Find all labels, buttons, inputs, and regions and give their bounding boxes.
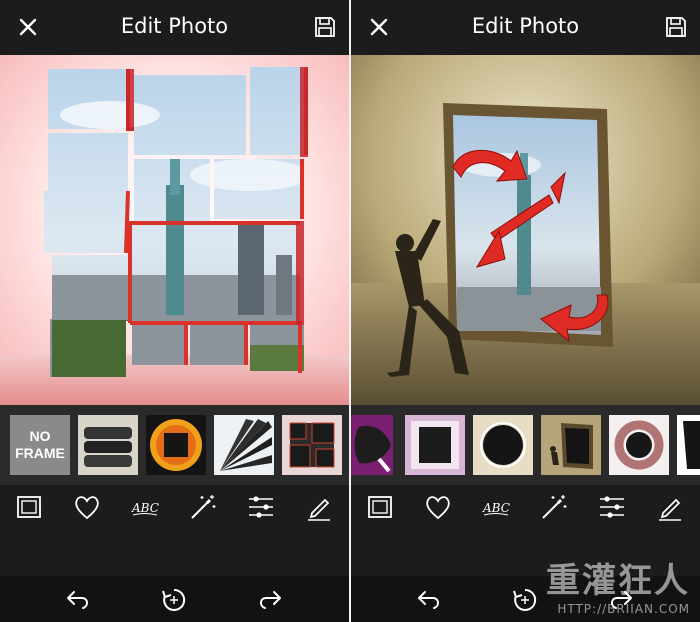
spacer: [0, 528, 349, 576]
edit-pencil-icon[interactable]: [304, 492, 334, 522]
frame-thumb-torn-paper[interactable]: [405, 415, 465, 475]
text-abc-icon[interactable]: ABC: [130, 492, 160, 522]
reset-icon[interactable]: [160, 586, 188, 614]
frame-strip: [351, 405, 700, 485]
header: Edit Photo: [351, 0, 700, 55]
tool-bar: ABC: [351, 486, 700, 528]
page-title: Edit Photo: [120, 14, 229, 38]
frame-tool-icon[interactable]: [14, 492, 44, 522]
left-screen: Edit Photo NO FRAME ABC: [0, 0, 349, 622]
redo-icon[interactable]: [256, 586, 284, 614]
photo-canvas[interactable]: [0, 55, 349, 405]
header: Edit Photo: [0, 0, 349, 55]
frame-thumb-partial[interactable]: [677, 415, 700, 475]
svg-text:ABC: ABC: [131, 501, 159, 515]
adjust-sliders-icon[interactable]: [246, 492, 276, 522]
adjust-sliders-icon[interactable]: [597, 492, 627, 522]
text-abc-icon[interactable]: ABC: [481, 492, 511, 522]
save-icon[interactable]: [664, 15, 688, 39]
frame-thumb-brush-circle[interactable]: [609, 415, 669, 475]
sticker-heart-icon[interactable]: [72, 492, 102, 522]
magic-wand-icon[interactable]: [188, 492, 218, 522]
frame-thumb-sunflower[interactable]: [146, 415, 206, 475]
frame-thumb-circle[interactable]: [473, 415, 533, 475]
watermark-title: 重灌狂人: [546, 561, 690, 601]
photo-canvas[interactable]: [351, 55, 700, 405]
page-title: Edit Photo: [471, 14, 580, 38]
watermark: 重灌狂人 HTTP://BRIIAN.COM: [546, 553, 690, 616]
magic-wand-icon[interactable]: [539, 492, 569, 522]
block-frame-photo: [0, 55, 349, 405]
bottom-nav: [0, 576, 349, 622]
edit-pencil-icon[interactable]: [655, 492, 685, 522]
frame-thumb-man-pushing[interactable]: [541, 415, 601, 475]
svg-text:ABC: ABC: [482, 501, 510, 515]
tool-bar: ABC: [0, 486, 349, 528]
reset-icon[interactable]: [511, 586, 539, 614]
frame-tool-icon[interactable]: [365, 492, 395, 522]
frame-thumb-no-frame[interactable]: NO FRAME: [10, 415, 70, 475]
undo-icon[interactable]: [415, 586, 443, 614]
frame-thumb-paint-brush[interactable]: [351, 415, 393, 475]
frame-thumb-fan[interactable]: [214, 415, 274, 475]
frame-strip: NO FRAME: [0, 405, 349, 485]
undo-icon[interactable]: [64, 586, 92, 614]
frame-thumb-film-stack[interactable]: [78, 415, 138, 475]
sticker-heart-icon[interactable]: [423, 492, 453, 522]
man-pushing-frame-photo: [351, 55, 700, 405]
frame-thumb-block-puzzle[interactable]: [282, 415, 342, 475]
save-icon[interactable]: [313, 15, 337, 39]
watermark-url: HTTP://BRIIAN.COM: [557, 602, 690, 616]
right-screen: Edit Photo ABC 重灌狂人 HTTP://BRIIAN.COM: [351, 0, 700, 622]
